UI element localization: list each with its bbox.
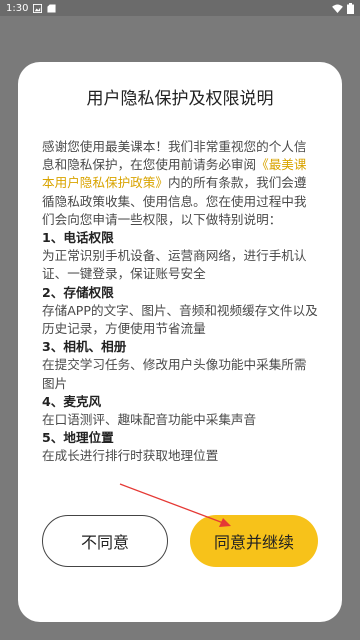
section-text-location: 在成长进行排行时获取地理位置 bbox=[42, 448, 219, 464]
section-text-phone: 为正常识别手机设备、运营商网络，进行手机认证、一键登录，保证账号安全 bbox=[42, 248, 307, 282]
section-title-storage: 2、存储权限 bbox=[42, 284, 114, 300]
section-text-storage: 存储APP的文字、图片、音频和视频缓存文件以及历史记录，方便使用节省流量 bbox=[42, 302, 318, 337]
section-title-location: 5、地理位置 bbox=[42, 430, 114, 446]
section-title-microphone: 4、麦克风 bbox=[42, 393, 102, 409]
section-text-camera: 在提交学习任务、修改用户头像功能中采集所需图片 bbox=[42, 357, 307, 391]
dialog-content: 感谢您使用最美课本！我们非常重视您的个人信息和隐私保护，在您使用前请务必审阅《最… bbox=[42, 138, 318, 466]
battery-icon bbox=[347, 2, 354, 14]
intro-paragraph: 感谢您使用最美课本！我们非常重视您的个人信息和隐私保护，在您使用前请务必审阅《最… bbox=[42, 138, 318, 229]
privacy-dialog: 用户隐私保护及权限说明 感谢您使用最美课本！我们非常重视您的个人信息和隐私保护，… bbox=[18, 62, 342, 622]
sd-card-icon bbox=[47, 3, 57, 13]
agree-continue-button[interactable]: 同意并继续 bbox=[190, 515, 318, 567]
dialog-title: 用户隐私保护及权限说明 bbox=[86, 89, 274, 109]
section-text-microphone: 在口语测评、趣味配音功能中采集声音 bbox=[42, 412, 257, 428]
status-bar: 1:30 bbox=[0, 0, 360, 16]
status-time: 1:30 bbox=[6, 2, 29, 14]
disagree-button[interactable]: 不同意 bbox=[42, 515, 168, 567]
section-title-phone: 1、电话权限 bbox=[42, 230, 114, 246]
section-title-camera: 3、相机、相册 bbox=[42, 339, 127, 355]
wifi-icon bbox=[332, 3, 343, 13]
image-icon bbox=[33, 3, 43, 13]
